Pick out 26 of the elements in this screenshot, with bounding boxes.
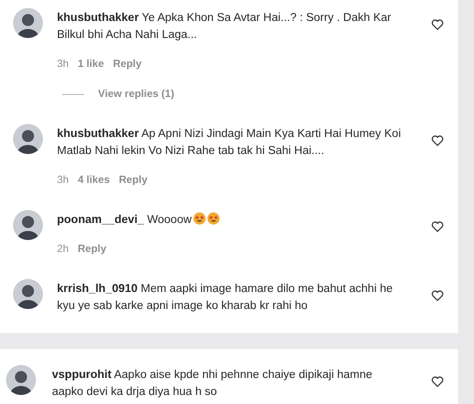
heart-icon[interactable] <box>431 18 444 31</box>
reply-button[interactable]: Reply <box>112 58 142 70</box>
timestamp: 3h <box>57 174 69 186</box>
comment-text: krrish_lh_0910 Mem aapki image hamare dilo me bahut achhi he kyu ye sab karke apni image ko kharab kr rahi ho <box>57 282 394 314</box>
comment-text: khusbuthakker Ap Apni Nizi Jindagi Main Kya Karti Hai Humey Koi Matlab Nahi lekin Vo Nizi Rahe tab tak hi Sahi Hai.... <box>57 127 402 159</box>
star-eyes-emoji-icon <box>192 212 206 225</box>
avatar[interactable] <box>13 124 43 154</box>
avatar[interactable] <box>6 365 36 395</box>
heart-icon[interactable] <box>431 375 444 388</box>
comment-text: khusbuthakker Ye Apka Khon Sa Avtar Hai...? : Sorry . Dakh Kar Bilkul bhi Acha Nahi Laga... <box>57 11 392 43</box>
timestamp: 2h <box>57 243 69 255</box>
avatar[interactable] <box>13 279 43 309</box>
view-replies-button[interactable]: View replies (1) <box>98 88 174 100</box>
reply-button[interactable]: Reply <box>78 243 106 255</box>
heart-icon[interactable] <box>431 134 444 147</box>
reply-button[interactable]: Reply <box>118 174 148 186</box>
timestamp: 3h <box>57 58 69 70</box>
avatar[interactable] <box>13 8 43 38</box>
heart-icon[interactable] <box>431 220 444 233</box>
star-eyes-emoji-icon <box>206 212 220 225</box>
comment-text: poonam__devi_ Woooow <box>57 212 408 229</box>
heart-icon[interactable] <box>431 289 444 302</box>
like-count[interactable]: 1 like <box>78 58 104 70</box>
comment-text: vsppurohit Aapko aise kpde nhi pehnne chaiye dipikaji hamne aapko devi ka drja diya hua h so <box>52 368 374 400</box>
like-count[interactable]: 4 likes <box>78 174 110 186</box>
avatar[interactable] <box>13 210 43 240</box>
